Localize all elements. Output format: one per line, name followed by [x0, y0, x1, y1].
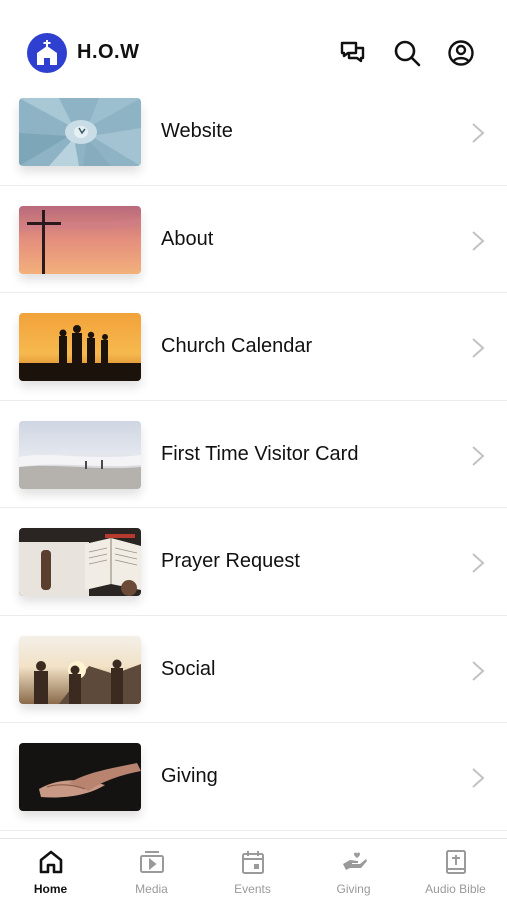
- friends-sunset-image: [19, 635, 141, 704]
- chevron-right-icon: [472, 660, 485, 681]
- tab-media[interactable]: Media: [101, 839, 202, 900]
- status-bar: [0, 4, 507, 18]
- tab-label: Home: [33, 882, 68, 896]
- tab-label: Giving: [336, 882, 371, 896]
- calendar-icon: [242, 851, 264, 874]
- app-title: H.O.W: [77, 41, 140, 63]
- app-header: H.O.W: [0, 26, 507, 80]
- chevron-right-icon: [472, 553, 485, 573]
- menu-item-prayer-request[interactable]: Prayer Request: [0, 508, 507, 616]
- menu-item-label: First Time Visitor Card: [161, 442, 359, 465]
- family-sunset-image: [19, 313, 141, 381]
- bible-reading-image: [19, 528, 141, 596]
- chat-icon[interactable]: [339, 39, 367, 67]
- bible-icon: [446, 850, 466, 874]
- church-logo-icon[interactable]: [27, 33, 67, 73]
- menu-item-about[interactable]: About: [0, 185, 507, 293]
- menu-item-label: Website: [161, 120, 233, 142]
- agave-plant-image: [19, 98, 141, 166]
- open-hands-image: [19, 743, 141, 811]
- tab-audio-bible[interactable]: Audio Bible: [405, 839, 506, 900]
- account-icon[interactable]: [447, 39, 475, 67]
- media-icon: [140, 851, 164, 873]
- bottom-tab-bar: Home Media Events Giving Audio Bible: [0, 838, 507, 900]
- tab-giving[interactable]: Giving: [303, 839, 404, 900]
- menu-item-label: Social: [161, 657, 216, 680]
- home-icon: [39, 850, 63, 874]
- tab-events[interactable]: Events: [202, 839, 303, 900]
- menu-item-social[interactable]: Social: [0, 615, 507, 723]
- tab-label: Media: [135, 882, 168, 896]
- menu-item-website[interactable]: Website: [0, 78, 507, 186]
- tab-home[interactable]: Home: [0, 839, 101, 900]
- chevron-right-icon: [472, 230, 485, 251]
- menu-item-church-calendar[interactable]: Church Calendar: [0, 293, 507, 401]
- chevron-right-icon: [472, 445, 485, 466]
- menu-item-label: Church Calendar: [161, 335, 313, 357]
- menu-item-giving[interactable]: Giving: [0, 723, 507, 831]
- menu-item-label: Prayer Request: [161, 550, 300, 572]
- menu-item-first-time-visitor-card[interactable]: First Time Visitor Card: [0, 400, 507, 508]
- tab-label: Audio Bible: [425, 882, 486, 896]
- menu-item-label: About: [161, 227, 214, 250]
- search-icon[interactable]: [393, 39, 421, 67]
- menu-item-label: Giving: [161, 765, 218, 787]
- giving-hand-icon: [343, 852, 367, 870]
- chevron-right-icon: [472, 123, 485, 143]
- tab-label: Events: [234, 882, 271, 896]
- chevron-right-icon: [472, 338, 485, 358]
- beach-waves-image: [19, 420, 141, 489]
- chevron-right-icon: [472, 768, 485, 788]
- menu-list: Website About Church Calendar First Time…: [0, 78, 507, 831]
- cross-sunset-image: [19, 205, 141, 274]
